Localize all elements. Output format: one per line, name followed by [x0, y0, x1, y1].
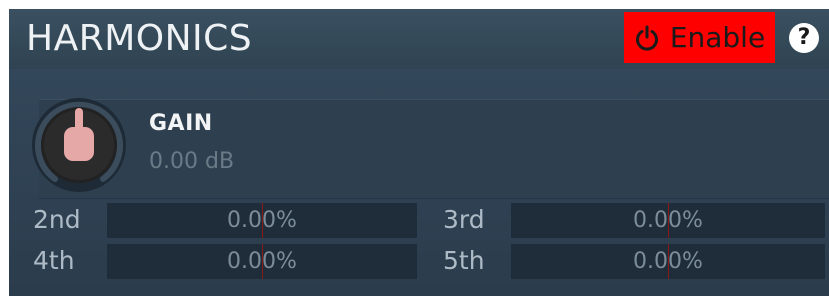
enable-label: Enable — [669, 20, 766, 54]
harmonic-2nd-label: 2nd — [33, 205, 81, 234]
harmonic-3rd-value: 0.00% — [633, 208, 703, 233]
harmonics-module: HARMONICS Enable ? GAIN 0.00 dB 2nd 0.00… — [9, 9, 829, 296]
help-button[interactable]: ? — [789, 23, 819, 53]
module-content: GAIN 0.00 dB 2nd 0.00% 3rd 0.00% 4th 0.0… — [9, 69, 829, 296]
module-header: HARMONICS Enable ? — [9, 9, 829, 69]
harmonic-3rd-slider[interactable]: 0.00% — [511, 203, 825, 238]
harmonic-2nd-slider[interactable]: 0.00% — [107, 203, 417, 238]
gain-value: 0.00 dB — [149, 149, 235, 174]
help-icon: ? — [797, 25, 811, 50]
harmonic-5th-slider[interactable]: 0.00% — [511, 244, 825, 279]
module-title: HARMONICS — [26, 18, 253, 59]
gain-label: GAIN — [149, 111, 213, 136]
harmonic-4th-slider[interactable]: 0.00% — [107, 244, 417, 279]
power-icon — [634, 24, 660, 52]
enable-button[interactable]: Enable — [624, 12, 775, 63]
harmonic-5th-label: 5th — [443, 246, 485, 275]
gain-knob[interactable] — [29, 95, 129, 195]
harmonic-5th-value: 0.00% — [633, 249, 703, 274]
harmonic-4th-label: 4th — [33, 246, 75, 275]
harmonic-2nd-value: 0.00% — [227, 208, 297, 233]
harmonic-3rd-label: 3rd — [443, 205, 485, 234]
harmonic-4th-value: 0.00% — [227, 249, 297, 274]
